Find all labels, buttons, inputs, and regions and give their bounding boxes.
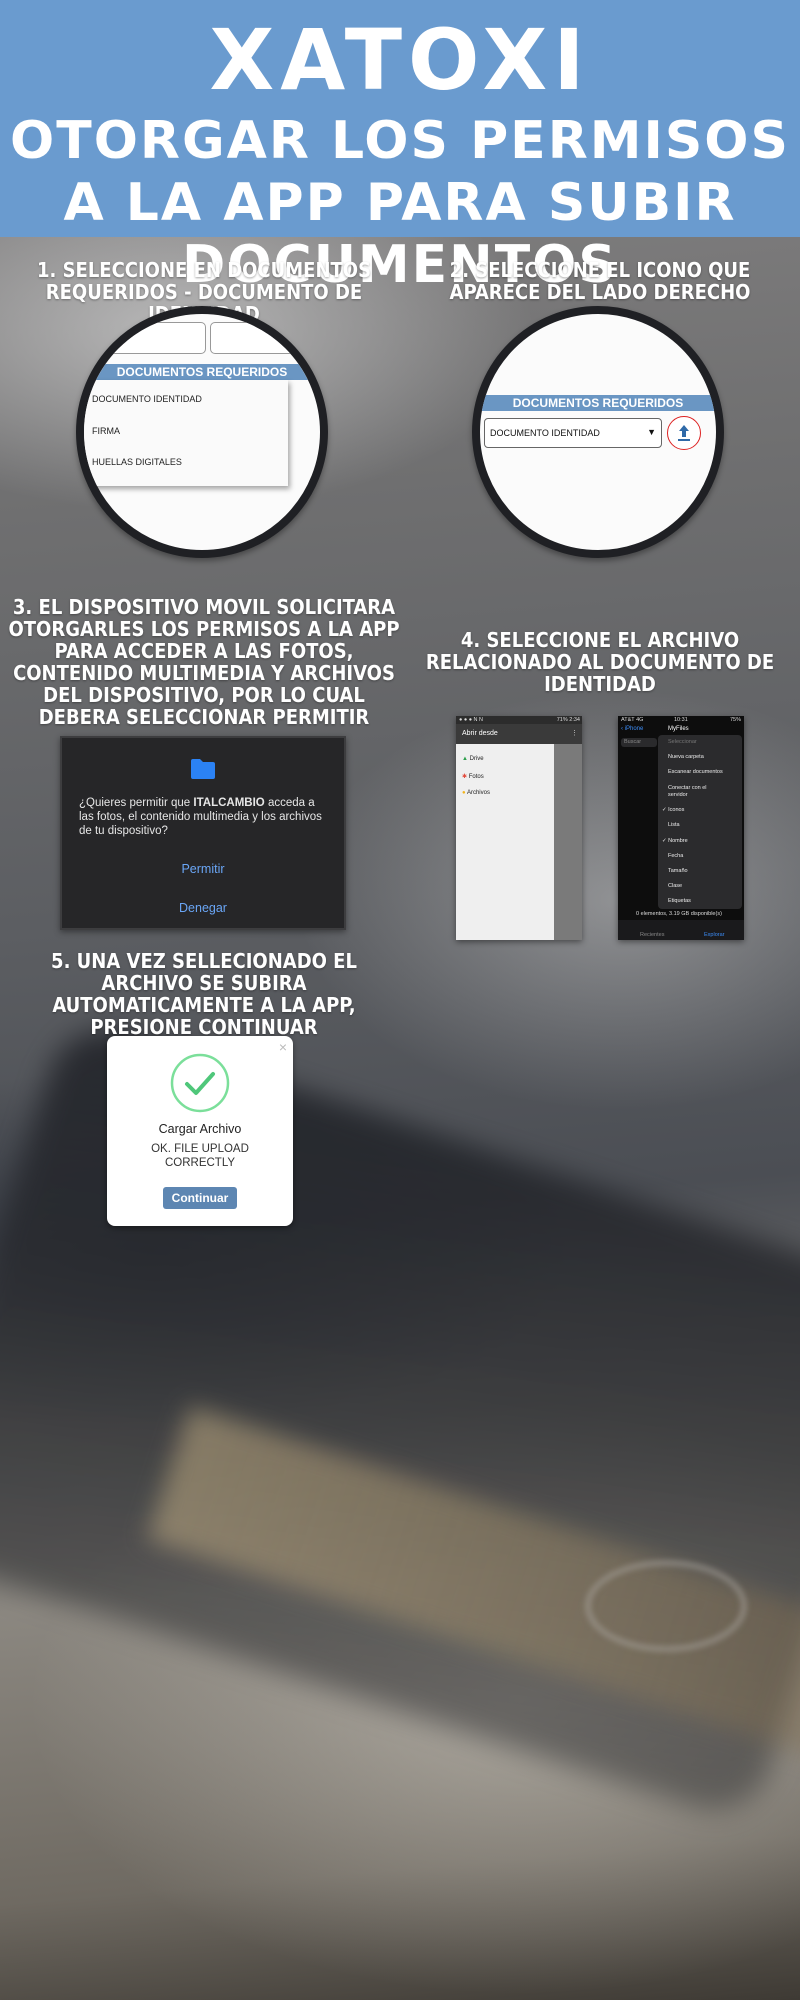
tab-recientes[interactable]: Recientes: [640, 932, 664, 939]
android-toolbar: Abrir desde ⋮: [456, 724, 582, 744]
menu-item-clase[interactable]: Clase: [668, 883, 682, 890]
input-box-left: [86, 322, 206, 354]
android-status-bar: ● ● ● N N 71% 2:34: [456, 716, 582, 724]
drive-icon: ▲: [462, 756, 468, 762]
step2-zoom-circle: DOCUMENTOS REQUERIDOS DOCUMENTO IDENTIDA…: [472, 306, 724, 558]
menu-item-lista[interactable]: Lista: [668, 822, 680, 829]
menu-item-nombre[interactable]: ✓ Nombre: [662, 838, 688, 845]
menu-item-etiquetas[interactable]: Etiquetas: [668, 898, 691, 905]
step1-zoom-circle: DOCUMENTOS REQUERIDOS DOCUMENTO IDENTIDA…: [76, 306, 328, 558]
document-options-menu: DOCUMENTO IDENTIDAD FIRMA HUELLAS DIGITA…: [84, 380, 288, 486]
ios-tab-bar: Recientes Explorar: [618, 920, 744, 940]
upload-success-card: × Cargar Archivo OK. FILE UPLOAD CORRECT…: [107, 1036, 293, 1226]
card-heading: Cargar Archivo: [158, 1122, 242, 1136]
step5-title: 5. UNA VEZ SELLECIONADO EL ARCHIVO SE SU…: [51, 949, 357, 1039]
ios-title: MyFiles: [668, 726, 689, 732]
option-documento-identidad[interactable]: DOCUMENTO IDENTIDAD: [92, 394, 202, 404]
ios-search-input[interactable]: Buscar: [621, 738, 657, 747]
ios-file-picker-screenshot: AT&T 4G 10:31 75% ‹ iPhone MyFiles Busca…: [618, 716, 744, 940]
ios-storage-footer: 0 elementos, 3.19 GB disponible(s): [636, 911, 722, 917]
menu-item-nueva-carpeta[interactable]: Nueva carpeta: [668, 754, 704, 761]
drawer-item-drive[interactable]: ▲ Drive: [462, 756, 484, 762]
continue-button[interactable]: Continuar: [163, 1187, 237, 1209]
android-drawer: ▲ Drive ✱ Fotos ● Archivos: [456, 744, 554, 940]
background-camera-ring: [585, 1560, 747, 1652]
brand-title: XATOXI: [209, 11, 591, 109]
picker-title: Abrir desde: [462, 730, 498, 737]
tab-explorar[interactable]: Explorar: [704, 932, 724, 939]
menu-item-iconos[interactable]: ✓ Iconos: [662, 807, 684, 814]
more-icon[interactable]: ⋮: [571, 729, 578, 737]
header-banner: XATOXI OTORGAR LOS PERMISOS A LA APP PAR…: [0, 0, 800, 295]
menu-item-tamano[interactable]: Tamaño: [668, 868, 688, 875]
required-docs-header: DOCUMENTOS REQUERIDOS: [480, 395, 716, 411]
allow-button[interactable]: Permitir: [62, 862, 344, 876]
files-icon: ●: [462, 790, 466, 796]
dropdown-arrow-icon: ▼: [647, 427, 656, 437]
permission-dialog: ¿Quieres permitir que ITALCAMBIO acceda …: [60, 736, 346, 930]
deny-button[interactable]: Denegar: [62, 901, 344, 915]
option-firma[interactable]: FIRMA: [92, 426, 120, 436]
document-type-select[interactable]: DOCUMENTO IDENTIDAD ▼: [484, 418, 662, 448]
select-value: DOCUMENTO IDENTIDAD: [490, 428, 600, 438]
upload-button[interactable]: [667, 416, 701, 450]
menu-item-escanear[interactable]: Escanear documentos: [668, 769, 723, 776]
permission-message: ¿Quieres permitir que ITALCAMBIO acceda …: [79, 797, 322, 837]
ios-status-bar: AT&T 4G 10:31 75%: [621, 717, 741, 723]
drawer-item-fotos[interactable]: ✱ Fotos: [462, 773, 484, 780]
folder-icon: [191, 759, 215, 779]
app-name: ITALCAMBIO: [193, 797, 265, 809]
android-file-picker-screenshot: ● ● ● N N 71% 2:34 Abrir desde ⋮ ▲ Drive…: [456, 716, 582, 940]
card-message: OK. FILE UPLOAD CORRECTLY: [151, 1143, 249, 1169]
option-huellas-digitales[interactable]: HUELLAS DIGITALES: [92, 457, 182, 467]
step2-title: 2. SELECCIONE EL ICONO QUE APARECE DEL L…: [449, 258, 751, 304]
check-circle-icon: [170, 1053, 230, 1113]
menu-item-fecha[interactable]: Fecha: [668, 853, 683, 860]
upload-icon: [678, 425, 690, 441]
ios-options-menu: Seleccionar Nueva carpeta Escanear docum…: [658, 735, 742, 909]
step4-title: 4. SELECCIONE EL ARCHIVO RELACIONADO AL …: [425, 628, 775, 696]
input-box-right: [210, 322, 320, 354]
ios-back-button[interactable]: ‹ iPhone: [621, 726, 643, 732]
drawer-item-archivos[interactable]: ● Archivos: [462, 790, 490, 796]
menu-item-seleccionar[interactable]: Seleccionar: [668, 739, 697, 746]
step3-title: 3. EL DISPOSITIVO MOVIL SOLICITARA OTORG…: [8, 595, 400, 729]
required-docs-header: DOCUMENTOS REQUERIDOS: [84, 364, 320, 380]
photos-icon: ✱: [462, 774, 468, 780]
menu-item-conectar[interactable]: Conectar con el servidor: [668, 785, 708, 799]
close-icon[interactable]: ×: [279, 1039, 287, 1055]
